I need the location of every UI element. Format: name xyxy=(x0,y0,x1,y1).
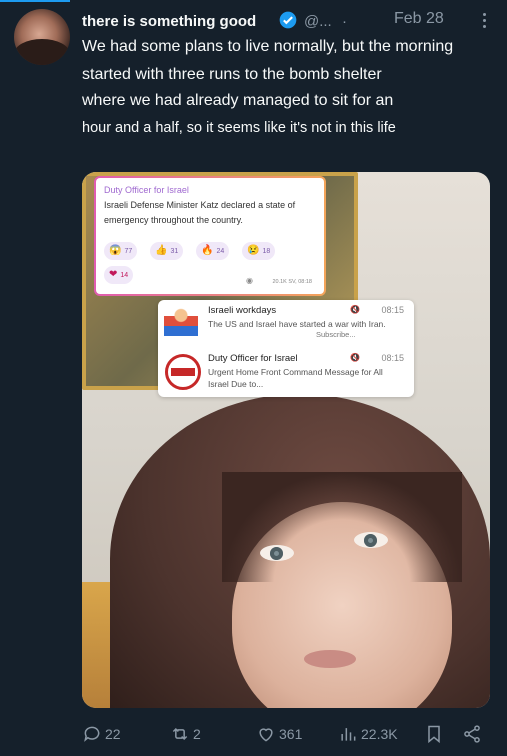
left-eye xyxy=(260,545,294,561)
reaction-thumbs-up: 👍 31 xyxy=(150,242,184,260)
more-options-icon[interactable] xyxy=(481,11,487,31)
bookmark-icon xyxy=(428,725,440,744)
lips xyxy=(304,650,356,668)
reaction-cry: 😢 18 xyxy=(242,242,276,260)
mute-icon: 🔇 xyxy=(350,353,360,362)
reaction-fire: 🔥 24 xyxy=(196,242,230,260)
like-button[interactable]: 361 xyxy=(256,722,302,746)
notification-time: 08:15 xyxy=(381,305,404,315)
cartoon-kid-icon xyxy=(164,304,198,342)
channel-post-meta: 20.1K SV, 08:18 xyxy=(272,279,312,285)
notifications-screenshot: Israeli workdays 🔇 08:15 The US and Isra… xyxy=(158,300,414,397)
home-front-logo-icon xyxy=(165,354,201,390)
avatar[interactable] xyxy=(14,9,70,65)
analytics-icon xyxy=(341,728,356,741)
post-text-line-3: where we had already managed to sit for … xyxy=(82,92,394,109)
repost-button[interactable]: 2 xyxy=(170,722,201,746)
post-header: there is something good @... · Feb 28 xyxy=(82,10,493,34)
repost-count: 2 xyxy=(193,726,201,742)
notification-item: Israeli workdays 🔇 08:15 The US and Isra… xyxy=(158,300,414,348)
notification-time: 08:15 xyxy=(381,353,404,363)
view-count: 22.3K xyxy=(361,726,398,742)
post-media-image[interactable]: Duty Officer for Israel Israeli Defense … xyxy=(82,172,490,708)
channel-post-screenshot: Duty Officer for Israel Israeli Defense … xyxy=(94,176,326,296)
notification-title: Duty Officer for Israel xyxy=(208,353,298,364)
right-eye xyxy=(354,532,388,548)
post-date[interactable]: Feb 28 xyxy=(394,10,444,28)
reactions-row: 😱 77 👍 31 🔥 24 😢 18 xyxy=(104,242,318,262)
reply-button[interactable]: 22 xyxy=(82,722,121,746)
post-actions-bar: 22 2 361 22.3K xyxy=(82,722,492,748)
reaction-heart: ❤ 14 xyxy=(104,266,134,284)
like-count: 361 xyxy=(279,726,303,742)
post-text-line-2: started with three runs to the bomb shel… xyxy=(82,66,382,83)
views-eye-icon: ◉ xyxy=(246,276,253,285)
notification-subscribe: Subscribe... xyxy=(316,330,356,339)
notification-title: Israeli workdays xyxy=(208,305,277,316)
bookmark-button[interactable] xyxy=(424,722,444,746)
notification-text: The US and Israel have started a war wit… xyxy=(208,319,386,329)
reply-count: 22 xyxy=(105,726,121,742)
verified-badge-icon xyxy=(279,11,297,29)
channel-name: Duty Officer for Israel xyxy=(104,185,189,195)
repost-icon xyxy=(172,727,188,741)
reaction-scream: 😱 77 xyxy=(104,242,138,260)
post-text-line-4: hour and a half, so it seems like it's n… xyxy=(82,120,396,136)
author-name[interactable]: there is something good xyxy=(82,13,256,30)
views-button[interactable]: 22.3K xyxy=(338,722,398,746)
notification-item: Duty Officer for Israel 🔇 08:15 Urgent H… xyxy=(158,348,414,396)
separator-dot: · xyxy=(342,13,347,30)
reply-icon xyxy=(84,726,100,742)
hair xyxy=(222,472,462,582)
share-icon xyxy=(464,725,480,743)
mute-icon: 🔇 xyxy=(350,305,360,314)
post-text-line-1: We had some plans to live normally, but … xyxy=(82,38,454,55)
author-handle[interactable]: @... xyxy=(304,13,332,30)
channel-post-text: Israeli Defense Minister Katz declared a… xyxy=(104,200,296,225)
notification-text: Urgent Home Front Command Message for Al… xyxy=(208,367,383,389)
share-button[interactable] xyxy=(462,722,482,746)
top-accent-bar xyxy=(0,0,70,2)
heart-icon xyxy=(259,728,273,742)
